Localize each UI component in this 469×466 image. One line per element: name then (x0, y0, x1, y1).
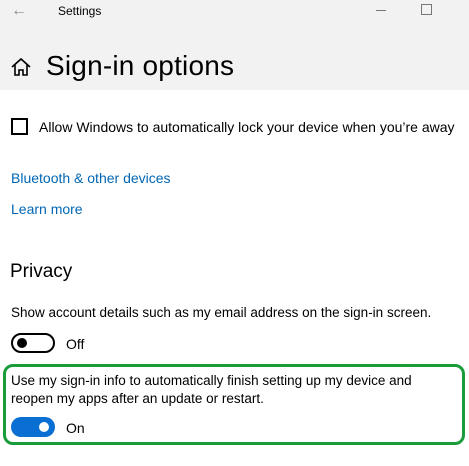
signin-info-description: Use my sign-in info to automatically fin… (11, 373, 412, 406)
bluetooth-devices-link[interactable]: Bluetooth & other devices (11, 170, 171, 186)
window-title: Settings (58, 4, 102, 18)
account-details-state-label: Off (66, 336, 85, 352)
minimize-icon[interactable] (362, 0, 402, 22)
toggle-knob (39, 422, 49, 432)
auto-lock-checkbox-row[interactable]: Allow Windows to automatically lock your… (11, 118, 455, 135)
account-details-toggle[interactable] (11, 333, 55, 353)
maximize-icon[interactable] (406, 0, 446, 22)
account-details-description: Show account details such as my email ad… (11, 305, 432, 320)
back-arrow-icon[interactable]: ← (8, 2, 30, 20)
auto-lock-checkbox-label: Allow Windows to automatically lock your… (39, 118, 455, 135)
title-bar: ← Settings Sign-in options (0, 0, 469, 90)
learn-more-link[interactable]: Learn more (11, 201, 83, 217)
auto-lock-checkbox[interactable] (11, 118, 28, 135)
privacy-heading: Privacy (10, 261, 73, 282)
home-icon[interactable] (10, 56, 32, 78)
toggle-knob (17, 338, 27, 348)
signin-info-state-label: On (66, 420, 85, 436)
page-title: Sign-in options (46, 50, 235, 81)
signin-info-toggle[interactable] (11, 417, 55, 437)
